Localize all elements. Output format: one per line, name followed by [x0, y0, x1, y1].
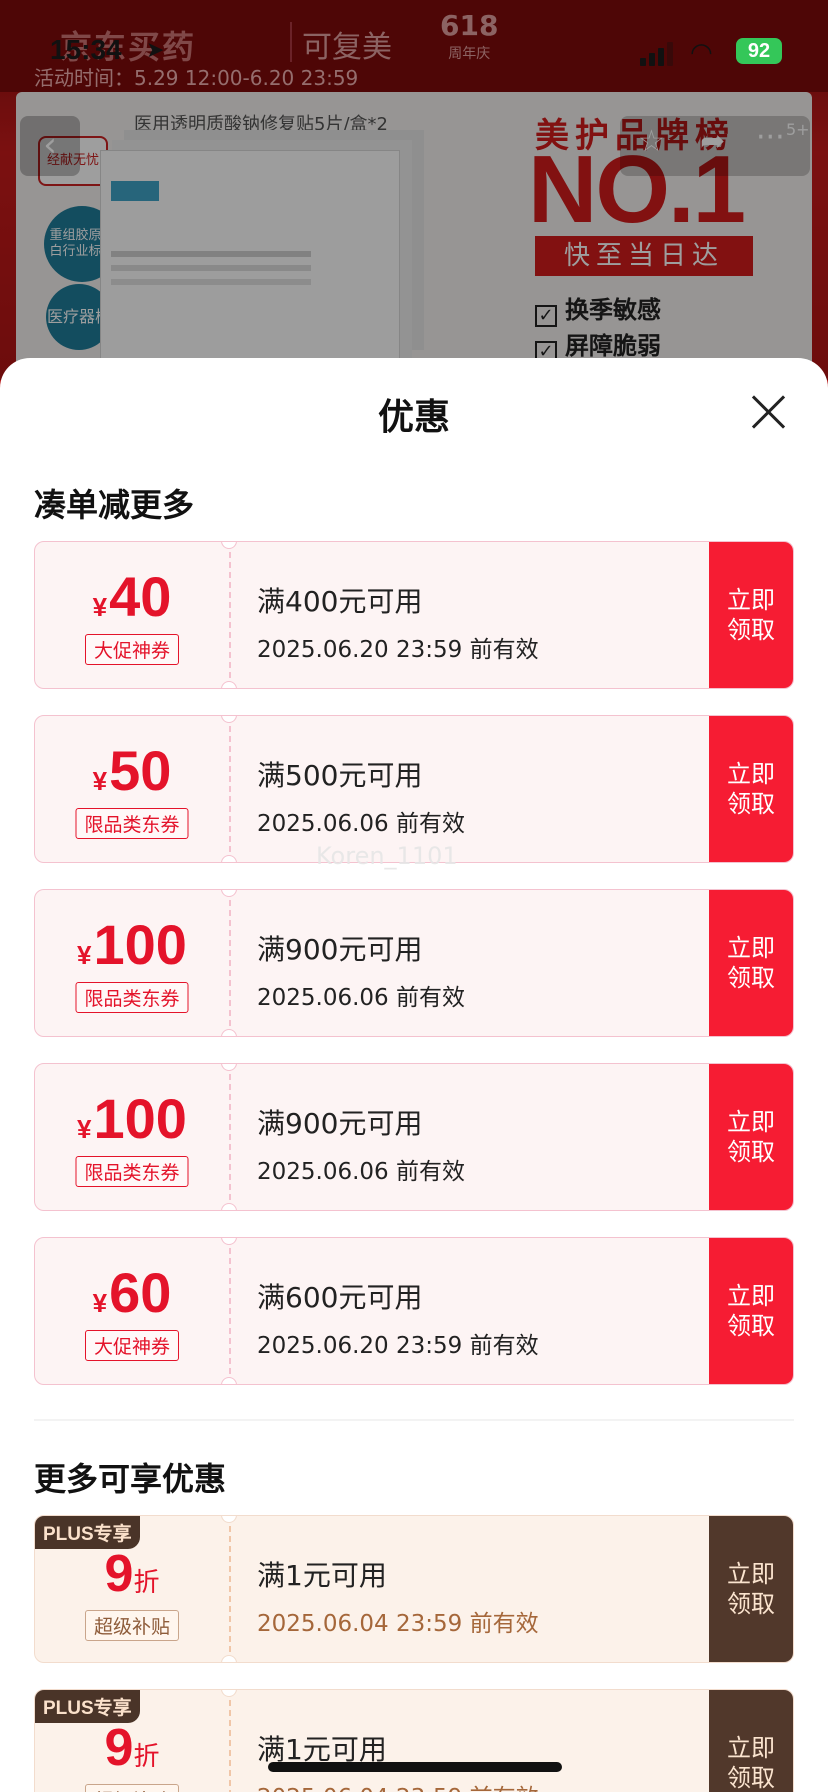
coupon-divider [229, 890, 231, 1036]
coupon-type-tag: 限品类东券 [75, 808, 189, 839]
watermark: Koren_1101 [316, 842, 458, 870]
coupon-discount: 9折 [104, 1719, 160, 1777]
coupon-condition: 满900元可用 [257, 1107, 423, 1140]
coupon-discount: 9折 [104, 1545, 160, 1603]
coupon-condition: 满1元可用 [257, 1559, 387, 1592]
coupon-condition: 满900元可用 [257, 933, 423, 966]
coupon-divider [229, 1516, 231, 1662]
battery-indicator: 92 [736, 38, 782, 64]
claim-button[interactable]: 立即领取 [709, 542, 793, 688]
coupon-card: ¥50 限品类东券 满500元可用 2025.06.06 前有效 立即领取 [34, 715, 794, 863]
coupon-expiry: 2025.06.06 前有效 [257, 811, 465, 837]
coupon-type-tag: 限品类东券 [75, 1156, 189, 1187]
close-icon[interactable] [748, 392, 788, 432]
coupon-amount: ¥100 [77, 1087, 187, 1150]
coupon-expiry: 2025.06.20 23:59 前有效 [257, 1333, 539, 1359]
coupon-card: ¥60 大促神券 满600元可用 2025.06.20 23:59 前有效 立即… [34, 1237, 794, 1385]
coupon-amount: ¥60 [92, 1261, 172, 1324]
claim-button[interactable]: 立即领取 [709, 1064, 793, 1210]
coupon-divider [229, 1690, 231, 1792]
coupon-card: ¥100 限品类东券 满900元可用 2025.06.06 前有效 立即领取 [34, 889, 794, 1037]
claim-button[interactable]: 立即领取 [709, 890, 793, 1036]
coupon-divider [229, 716, 231, 862]
coupon-divider [229, 1238, 231, 1384]
coupon-type-tag: 大促神券 [84, 634, 180, 665]
coupon-type-tag: 大促神券 [84, 1330, 180, 1361]
cellular-signal-icon [640, 42, 674, 66]
coupon-condition: 满600元可用 [257, 1281, 423, 1314]
section-title-more-offers: 更多可享优惠 [34, 1460, 227, 1498]
location-arrow-icon: ➤ [146, 38, 165, 63]
coupon-value: ¥100 限品类东券 [35, 1064, 229, 1210]
home-indicator[interactable] [268, 1762, 562, 1772]
coupon-expiry: 2025.06.06 前有效 [257, 1159, 465, 1185]
coupon-expiry: 2025.06.06 前有效 [257, 985, 465, 1011]
coupon-divider [229, 542, 231, 688]
coupon-type-tag: 限品类东券 [75, 982, 189, 1013]
claim-button[interactable]: 立即领取 [709, 1516, 793, 1662]
coupon-value: ¥50 限品类东券 [35, 716, 229, 862]
coupon-expiry: 2025.06.20 23:59 前有效 [257, 637, 539, 663]
coupon-value: ¥100 限品类东券 [35, 890, 229, 1036]
coupon-value: ¥60 大促神券 [35, 1238, 229, 1384]
coupon-divider [229, 1064, 231, 1210]
coupon-sheet: 优惠 凑单减更多 ¥40 大促神券 满400元可用 2025.06.20 23:… [0, 358, 828, 1792]
coupon-condition: 满500元可用 [257, 759, 423, 792]
coupon-value: 9折 超级补贴 [35, 1690, 229, 1792]
coupon-expiry: 2025.06.04 23:59 前有效 [257, 1611, 539, 1637]
claim-button[interactable]: 立即领取 [709, 1690, 793, 1792]
coupon-type-tag: 超级补贴 [84, 1784, 180, 1792]
coupon-condition: 满400元可用 [257, 585, 423, 618]
coupon-type-tag: 超级补贴 [84, 1610, 180, 1641]
coupon-expiry: 2025.06.04 23:59 前有效 [257, 1778, 539, 1792]
coupon-value: ¥40 大促神券 [35, 542, 229, 688]
coupon-card: ¥40 大促神券 满400元可用 2025.06.20 23:59 前有效 立即… [34, 541, 794, 689]
coupon-amount: ¥50 [92, 739, 172, 802]
section-divider [34, 1419, 794, 1421]
coupon-card: ¥100 限品类东券 满900元可用 2025.06.06 前有效 立即领取 [34, 1063, 794, 1211]
claim-button[interactable]: 立即领取 [709, 716, 793, 862]
status-time: 15:34 [50, 34, 122, 65]
wifi-icon: ◠ [690, 38, 713, 68]
claim-button[interactable]: 立即领取 [709, 1238, 793, 1384]
plus-coupon-card: PLUS专享 9折 超级补贴 满1元可用 2025.06.04 23:59 前有… [34, 1515, 794, 1663]
coupon-amount: ¥40 [92, 565, 172, 628]
coupon-value: 9折 超级补贴 [35, 1516, 229, 1662]
section-title-more-discount: 凑单减更多 [34, 486, 195, 524]
sheet-title: 优惠 [377, 397, 450, 438]
coupon-amount: ¥100 [77, 913, 187, 976]
plus-coupon-card: PLUS专享 9折 超级补贴 满1元可用 2025.06.04 23:59 前有… [34, 1689, 794, 1792]
